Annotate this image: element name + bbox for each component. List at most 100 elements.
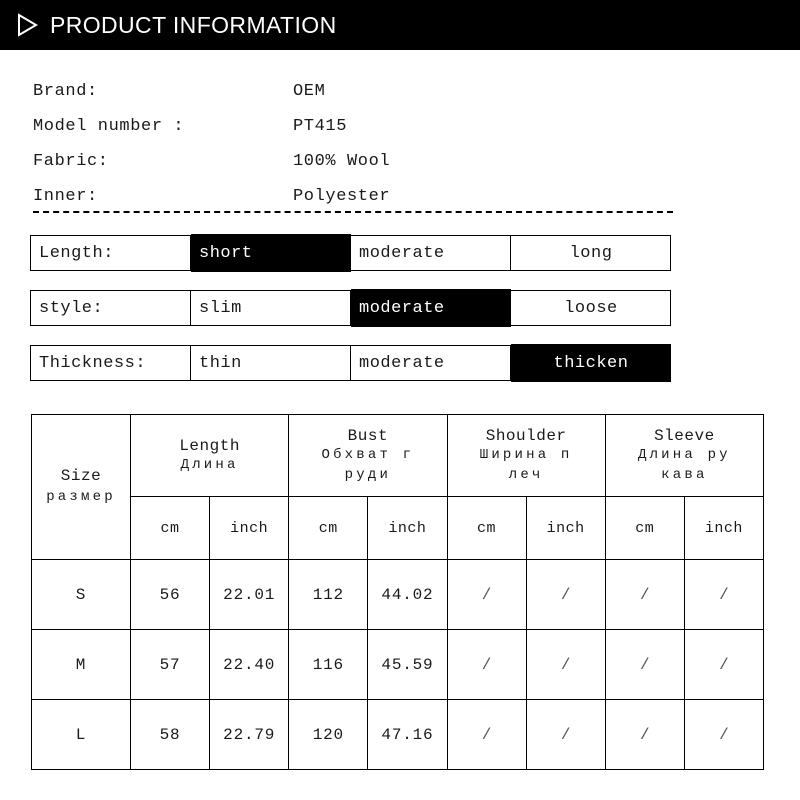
cell-value: /: [640, 725, 650, 744]
option-label-style: style:: [31, 291, 191, 325]
option-choice-thin[interactable]: thin: [191, 346, 351, 380]
option-choice-moderate[interactable]: moderate: [351, 289, 511, 327]
cell-value: 47.16: [381, 725, 434, 744]
cell-sleeve-cm: /: [604, 559, 685, 630]
cell-length-inch: 22.40: [209, 629, 290, 700]
cell-size: L: [31, 699, 131, 770]
cell-length-cm: 57: [129, 629, 211, 700]
header-group-shoulder-ru-2: леч: [508, 466, 544, 483]
header-unit-sleeve-inch: inch: [683, 496, 765, 560]
cell-value: /: [719, 725, 729, 744]
option-label-thickness: Thickness:: [31, 346, 191, 380]
cell-value: 22.01: [223, 585, 276, 604]
header-group-shoulder: Shoulder Ширина п леч: [446, 414, 606, 497]
cell-shoulder-cm: /: [446, 699, 527, 770]
header-group-sleeve-en: Sleeve: [654, 426, 715, 445]
header-group-length-ru: Длина: [180, 456, 239, 473]
cell-length-inch: 22.01: [209, 559, 290, 630]
cell-shoulder-cm: /: [446, 559, 527, 630]
cell-value: 45.59: [381, 655, 434, 674]
cell-shoulder-cm: /: [446, 629, 527, 700]
header-group-bust-ru-1: Обхват г: [321, 446, 415, 463]
header-unit-shoulder-inch: inch: [525, 496, 606, 560]
spec-label-fabric: Fabric:: [33, 152, 109, 171]
option-choice-long[interactable]: long: [511, 236, 671, 270]
spec-row: Fabric: 100% Wool: [33, 144, 733, 179]
table-header-unit-row: cm inch cm inch cm inch cm inch: [32, 496, 765, 560]
cell-length-cm: 58: [129, 699, 211, 770]
option-choice-thicken[interactable]: thicken: [511, 344, 671, 382]
spec-value-inner: Polyester: [293, 187, 391, 206]
header-size-en: Size: [60, 467, 102, 486]
option-choice-moderate[interactable]: moderate: [351, 236, 511, 270]
cell-bust-inch: 47.16: [367, 699, 448, 770]
cell-sleeve-cm: /: [604, 699, 685, 770]
cell-value: /: [481, 725, 492, 744]
header-group-length-en: Length: [179, 436, 240, 455]
unit-label: inch: [704, 519, 743, 537]
cell-value: /: [640, 585, 650, 604]
option-choice-moderate[interactable]: moderate: [351, 346, 511, 380]
unit-label: cm: [160, 519, 180, 537]
unit-label: cm: [477, 519, 497, 537]
header-unit-bust-inch: inch: [367, 496, 448, 560]
dashed-divider: [33, 211, 673, 213]
header-unit-bust-cm: cm: [288, 496, 369, 560]
cell-value: /: [560, 655, 571, 674]
size-label: L: [75, 725, 87, 744]
unit-label: inch: [546, 519, 585, 537]
cell-value: 22.40: [223, 655, 276, 674]
unit-label: inch: [388, 519, 427, 537]
cell-sleeve-cm: /: [604, 629, 685, 700]
size-label: S: [75, 585, 87, 604]
page-title: PRODUCT INFORMATION: [50, 11, 337, 38]
cell-length-inch: 22.79: [209, 699, 290, 770]
cell-value: 58: [159, 725, 181, 744]
cell-bust-inch: 44.02: [367, 559, 448, 630]
option-row-length: Length: short moderate long: [30, 234, 671, 272]
option-row-thickness: Thickness: thin moderate thicken: [30, 344, 671, 382]
cell-value: 57: [159, 655, 181, 674]
spec-value-brand: OEM: [293, 82, 326, 101]
size-label: M: [75, 655, 87, 674]
option-choice-loose[interactable]: loose: [511, 291, 671, 325]
header-size-ru: размер: [46, 489, 116, 506]
cell-value: 120: [312, 725, 344, 744]
spec-label-brand: Brand:: [33, 82, 98, 101]
play-triangle-icon: [18, 13, 38, 37]
cell-size: M: [31, 629, 131, 700]
unit-label: cm: [318, 519, 338, 537]
header-size: Size размер: [31, 414, 131, 560]
unit-label: cm: [635, 519, 655, 537]
cell-shoulder-inch: /: [525, 629, 606, 700]
spec-row: Brand: OEM: [33, 74, 733, 109]
cell-sleeve-inch: /: [683, 629, 765, 700]
unit-label: inch: [230, 519, 269, 537]
header-group-sleeve-ru-2: кава: [661, 466, 708, 483]
cell-shoulder-inch: /: [525, 559, 606, 630]
header-unit-sleeve-cm: cm: [604, 496, 685, 560]
product-spec-list: Brand: OEM Model number : PT415 Fabric: …: [33, 74, 733, 214]
header-unit-length-cm: cm: [129, 496, 211, 560]
header-group-bust-ru-2: руди: [344, 466, 392, 483]
cell-shoulder-inch: /: [525, 699, 606, 770]
header-unit-shoulder-cm: cm: [446, 496, 527, 560]
header-group-shoulder-ru-1: Ширина п: [479, 446, 573, 463]
cell-value: /: [719, 655, 729, 674]
spec-row: Inner: Polyester: [33, 179, 733, 214]
cell-value: 44.02: [381, 585, 434, 604]
size-chart-table: Size размер Length Длина Bust Обхват г р…: [31, 414, 765, 770]
option-choice-short[interactable]: short: [191, 234, 351, 272]
table-header-group-row: Size размер Length Длина Bust Обхват г р…: [31, 414, 765, 560]
cell-sleeve-inch: /: [683, 699, 765, 770]
cell-size: S: [31, 559, 131, 630]
header-group-sleeve: Sleeve Длина ру кава: [604, 414, 765, 497]
header-group-length: Length Длина: [129, 414, 290, 497]
spec-value-fabric: 100% Wool: [293, 152, 391, 171]
cell-bust-inch: 45.59: [367, 629, 448, 700]
spec-value-model-number: PT415: [293, 117, 348, 136]
option-choice-slim[interactable]: slim: [191, 291, 351, 325]
cell-value: /: [640, 655, 650, 674]
spec-label-model-number: Model number :: [33, 117, 185, 136]
cell-bust-cm: 120: [288, 699, 369, 770]
